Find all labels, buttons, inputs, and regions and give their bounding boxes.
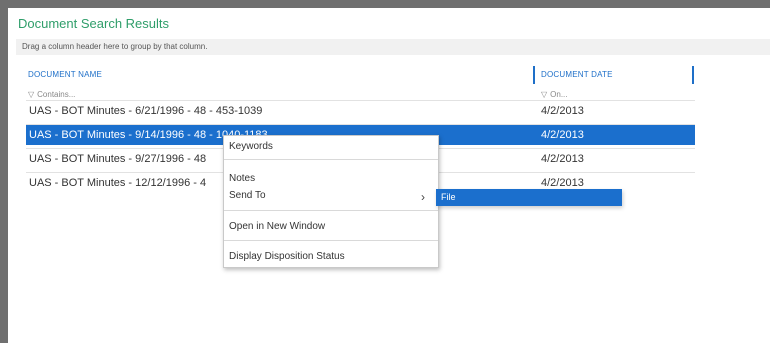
window-frame-left bbox=[0, 0, 8, 343]
menu-divider bbox=[224, 159, 438, 160]
panel-title: Document Search Results bbox=[18, 16, 170, 31]
submenu-item-file[interactable]: File bbox=[441, 189, 456, 206]
document-date-cell: 4/2/2013 bbox=[541, 153, 584, 165]
send-to-submenu: File bbox=[436, 189, 622, 206]
column-header-document-name[interactable]: DOCUMENT NAME bbox=[28, 70, 102, 79]
menu-item-open-new-window[interactable]: Open in New Window bbox=[229, 221, 325, 232]
filter-document-date[interactable]: ▽ On... bbox=[541, 90, 568, 99]
column-header-document-date[interactable]: DOCUMENT DATE bbox=[541, 70, 613, 79]
filter-placeholder: Contains... bbox=[37, 90, 76, 99]
column-resize-handle[interactable] bbox=[533, 66, 535, 84]
document-date-cell: 4/2/2013 bbox=[541, 105, 584, 117]
document-date-cell: 4/2/2013 bbox=[541, 129, 584, 141]
window-frame-top bbox=[0, 0, 770, 8]
menu-item-keywords[interactable]: Keywords bbox=[229, 141, 273, 152]
filter-placeholder: On... bbox=[550, 90, 568, 99]
group-by-drop-zone[interactable]: Drag a column header here to group by th… bbox=[16, 39, 770, 55]
funnel-icon: ▽ bbox=[28, 90, 35, 99]
table-row[interactable]: UAS - BOT Minutes - 6/21/1996 - 48 - 453… bbox=[26, 100, 695, 121]
document-name-cell: UAS - BOT Minutes - 9/27/1996 - 48 bbox=[29, 153, 207, 165]
document-name-cell: UAS - BOT Minutes - 6/21/1996 - 48 - 453… bbox=[29, 105, 263, 117]
menu-item-send-to[interactable]: Send To bbox=[229, 190, 266, 201]
chevron-right-icon: › bbox=[421, 190, 425, 204]
filter-document-name[interactable]: ▽ Contains... bbox=[28, 90, 75, 99]
menu-divider bbox=[224, 240, 438, 241]
column-resize-handle[interactable] bbox=[692, 66, 694, 84]
menu-item-display-disposition-status[interactable]: Display Disposition Status bbox=[229, 251, 345, 262]
document-name-cell: UAS - BOT Minutes - 12/12/1996 - 4 bbox=[29, 177, 207, 189]
context-menu: Keywords Notes Send To › Open in New Win… bbox=[223, 135, 439, 268]
menu-item-notes[interactable]: Notes bbox=[229, 173, 255, 184]
funnel-icon: ▽ bbox=[541, 90, 548, 99]
menu-divider bbox=[224, 210, 438, 211]
